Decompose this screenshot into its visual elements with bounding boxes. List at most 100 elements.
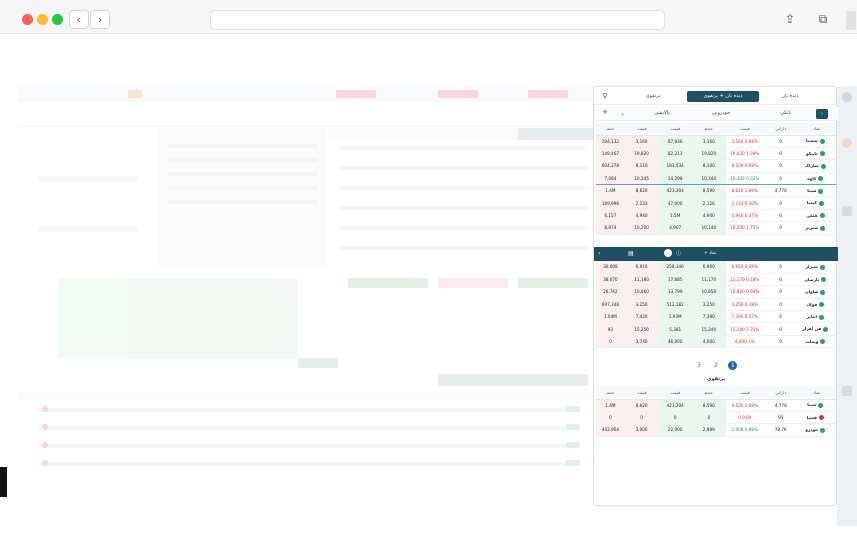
table-cell: 423,204 bbox=[658, 184, 692, 198]
column-header[interactable]: حجم bbox=[596, 123, 625, 136]
symbol-cell[interactable]: شپنا bbox=[797, 184, 836, 198]
column-header[interactable]: حجم bbox=[691, 123, 726, 136]
table-row[interactable]: 697,348 3,250 512,182 3,250 3,250 0.18% 0 فولا… bbox=[596, 298, 836, 312]
table-row[interactable]: 149,467 19,820 82,213 19,820 19,830 1.39% 0 تا… bbox=[596, 147, 836, 161]
page-1-button[interactable]: 1 bbox=[728, 361, 738, 370]
page-2-button[interactable]: 2 bbox=[712, 361, 721, 370]
table-row[interactable]: 0 3,740 46,000 4,000 4,000 1% 0 وبملت bbox=[596, 335, 836, 349]
table-row[interactable]: 7,084 10,345 14,298 10,344 10,345 0.32% 0 کاوه bbox=[596, 171, 836, 186]
symbol-cell[interactable]: وبملت bbox=[797, 335, 836, 349]
table-cell: 8,100 0.98% bbox=[725, 159, 764, 173]
table-row[interactable]: 442,904 3,000 22,900 2,999 2,000 0.98% 78.7K خ… bbox=[596, 423, 836, 437]
column-header[interactable]: نماد bbox=[797, 123, 836, 136]
table-cell: 194,132 bbox=[596, 135, 625, 148]
table-row[interactable]: 93 15,250 5,381 15,240 15,240 2.31% 0 فن افزار bbox=[596, 322, 836, 336]
portfolio-title: پرتفوی bbox=[706, 376, 726, 382]
symbol-cell[interactable]: پارسان bbox=[797, 273, 836, 287]
column-header[interactable]: قیمت bbox=[658, 387, 692, 400]
pagination: 3 2 1 bbox=[594, 361, 838, 375]
table-row[interactable]: 1.4M 8,620 423,204 8,590 8,620 1.89% 4,778 شپن… bbox=[596, 399, 836, 412]
symbol-label: پارسان bbox=[804, 276, 820, 282]
symbol-cell[interactable]: فن افزار bbox=[797, 322, 836, 336]
info-icon[interactable]: ⓘ bbox=[676, 250, 681, 257]
status-dot-icon bbox=[823, 326, 829, 332]
table-cell: 1.93M bbox=[658, 310, 692, 324]
symbol-label: اخابر bbox=[806, 314, 817, 319]
symbol-cell[interactable]: اخابر bbox=[797, 310, 836, 324]
table-row[interactable]: 26,762 10,860 13,799 10,850 10,860 0.93% 0 شاو… bbox=[596, 285, 836, 299]
symbol-cell[interactable]: شبریز bbox=[797, 221, 836, 235]
zoom-window-button[interactable] bbox=[52, 14, 63, 25]
tab-watchlist[interactable]: دیده بان bbox=[764, 91, 816, 102]
symbol-cell[interactable]: شاراک bbox=[797, 159, 836, 173]
table-row[interactable]: 194,132 3,160 87,936 3,160 3,160 0.96% 0 شستا bbox=[596, 135, 836, 148]
column-header[interactable]: قیمت bbox=[725, 123, 764, 136]
share-button[interactable]: ⇪ bbox=[779, 10, 801, 29]
table-cell: 5,381 bbox=[658, 322, 692, 336]
column-header[interactable]: قیمت bbox=[624, 387, 659, 400]
group-nav-icon[interactable]: › bbox=[816, 109, 828, 119]
column-header[interactable]: قیمت bbox=[725, 387, 764, 400]
symbol-cell[interactable]: شستا bbox=[797, 135, 836, 148]
calculator-icon[interactable]: ▤ bbox=[628, 250, 634, 257]
column-header[interactable]: نماد bbox=[797, 387, 836, 400]
minimize-window-button[interactable] bbox=[37, 14, 48, 25]
forward-button[interactable]: › bbox=[90, 10, 110, 29]
table-row[interactable]: 8,874 10,200 4,907 10,140 10,200 1.75% 0 شبریز bbox=[596, 221, 836, 235]
subtab-refinery[interactable]: پالایشی bbox=[654, 110, 670, 116]
status-dot-icon bbox=[819, 138, 825, 144]
toggle-icon[interactable] bbox=[664, 249, 672, 257]
column-header[interactable]: حجم bbox=[596, 387, 625, 400]
subtab-auto[interactable]: خودرویی bbox=[712, 110, 730, 116]
symbol-cell[interactable]: فملی bbox=[797, 209, 836, 223]
column-header[interactable]: دارایی bbox=[763, 387, 798, 400]
rail-chart-icon[interactable] bbox=[842, 206, 852, 216]
rail-settings-icon[interactable] bbox=[842, 386, 852, 396]
chevron-down-icon[interactable]: ⌄ bbox=[620, 110, 625, 117]
table-row[interactable]: 1.04M 7,420 1.93M 7,390 7,390 0.27% 0 اخابر bbox=[596, 310, 836, 324]
tabs-button[interactable]: ⧉ bbox=[812, 10, 834, 29]
back-button[interactable]: ‹ bbox=[69, 10, 89, 29]
table-row[interactable]: 00000 0.00 95 فسپا bbox=[596, 411, 836, 425]
table-row[interactable]: 1.4M 8,620 423,204 8,590 8,620 1.89% 4,778 شپن… bbox=[596, 184, 836, 198]
symbol-cell[interactable]: فسپا bbox=[797, 411, 836, 425]
tab-portfolio[interactable]: پرتفوی bbox=[624, 91, 682, 102]
symbol-cell[interactable]: شاوان bbox=[797, 285, 836, 299]
status-dot-icon bbox=[818, 176, 824, 182]
column-header[interactable]: حجم bbox=[691, 387, 726, 400]
column-header[interactable]: قیمت bbox=[624, 123, 659, 136]
table-row[interactable]: 6,157 4,940 1.5M 4,940 4,940 0.37% 0 فملی bbox=[596, 209, 836, 223]
table-cell: 0 bbox=[624, 411, 659, 425]
symbol-cell[interactable]: فولاد bbox=[797, 298, 836, 312]
table-row[interactable]: 604,378 8,110 183,534 8,100 8,100 0.98% 0 شارا… bbox=[596, 159, 836, 173]
tab-watchlist-portfolio[interactable]: دیده بان + پرتفوی bbox=[687, 91, 759, 102]
page-3-button[interactable]: 3 bbox=[695, 361, 704, 370]
table-row[interactable]: 189,996 2,133 47,000 2,126 2,133 0.30% 0 کیمیا bbox=[596, 196, 836, 210]
table-cell: 3,250 bbox=[624, 298, 659, 312]
symbol-cell[interactable]: خودرو bbox=[797, 423, 836, 437]
address-bar[interactable] bbox=[210, 10, 665, 30]
close-window-button[interactable] bbox=[22, 14, 33, 25]
symbol-cell[interactable]: شپنا bbox=[797, 399, 836, 412]
table-row[interactable]: 30,008 6,910 258,346 6,900 6,950 0.29% 0 شیراز bbox=[596, 261, 836, 274]
rail-user-icon[interactable] bbox=[842, 138, 852, 148]
symbol-cell[interactable]: کاوه bbox=[797, 171, 836, 186]
table-row[interactable]: 38,070 11,180 17,885 11,170 11,170 0.18% 0 پار… bbox=[596, 273, 836, 287]
symbol-cell[interactable]: تاپیکو bbox=[797, 147, 836, 161]
column-header[interactable]: دارایی bbox=[763, 123, 798, 136]
symbol-cell[interactable]: شیراز bbox=[797, 261, 836, 274]
add-group-button[interactable]: + bbox=[602, 108, 608, 116]
link-icon[interactable]: ⚲ bbox=[598, 91, 612, 102]
sidebar-toggle[interactable] bbox=[846, 11, 856, 30]
add-symbol-button[interactable]: + نماد bbox=[704, 251, 716, 256]
side-rail bbox=[837, 86, 857, 526]
symbol-cell[interactable]: کیمیا bbox=[797, 196, 836, 210]
table-cell: 0 0.00 bbox=[725, 411, 764, 425]
collapse-icon[interactable]: ‹ bbox=[598, 250, 600, 257]
rail-home-icon[interactable] bbox=[842, 92, 852, 102]
table-cell: 46,000 bbox=[658, 335, 692, 349]
column-header[interactable]: قیمت bbox=[658, 123, 692, 136]
table-cell: 4,000 1% bbox=[725, 335, 764, 349]
table-cell: 78.7K bbox=[763, 423, 798, 437]
subtab-banking[interactable]: بانکی bbox=[780, 110, 791, 116]
